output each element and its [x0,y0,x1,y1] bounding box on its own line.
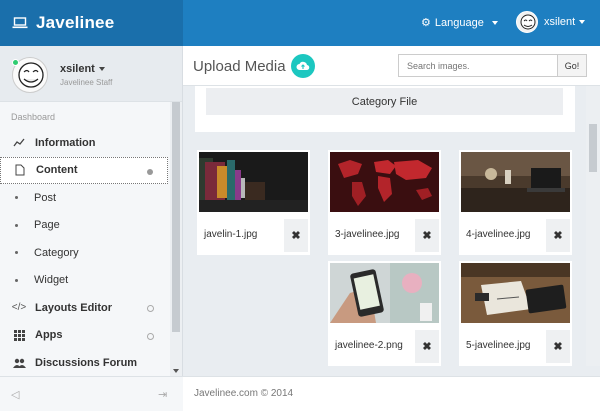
top-navbar: Javelinee ⚙ Language xsilent [0,0,600,46]
media-card[interactable]: javelin-1.jpg ✖ [197,150,310,255]
sidebar-item-label: Post [34,191,57,204]
code-icon: </> [11,302,27,314]
image-filename: 3-javelinee.jpg [335,229,400,240]
upload-cloud-icon[interactable] [291,54,315,78]
sidebar-nav: Information Content Post Page Category W… [0,129,168,377]
sidebar-item-label: Apps [35,329,63,342]
page-header: Upload Media Go! [183,46,600,86]
image-filename: javelinee-2.png [335,340,403,351]
category-panel: Category File [195,86,575,132]
caret-down-icon [491,20,498,25]
sidebar-subitem-widget[interactable]: Widget [0,267,168,295]
sidebar-item-discussions-forum[interactable]: Discussions Forum [0,349,168,377]
search-go-button[interactable]: Go! [557,54,587,77]
section-label: Dashboard [11,112,56,122]
delete-image-button[interactable]: ✖ [546,330,570,363]
gear-icon: ⚙ [421,17,431,29]
file-icon [13,164,27,176]
sidebar-subitem-page[interactable]: Page [0,212,168,240]
profile-role: Javelinee Staff [60,78,113,87]
chart-line-icon [12,138,26,148]
sidebar-subitem-post[interactable]: Post [0,184,168,212]
close-icon: ✖ [553,230,563,242]
image-thumbnail[interactable] [330,263,439,323]
media-card[interactable]: 5-javelinee.jpg ✖ [459,261,572,366]
grid-icon [12,329,26,341]
sidebar-item-label: Information [35,136,96,149]
sidebar-subitem-category[interactable]: Category [0,239,168,267]
language-label: Language [434,16,484,29]
scrollbar-thumb[interactable] [589,124,597,172]
delete-image-button[interactable]: ✖ [415,219,439,252]
online-status-icon [12,59,19,66]
footer-copyright: Javelinee.com © 2014 [194,388,294,399]
user-menu[interactable]: xsilent [516,11,586,33]
page-title: Upload Media [193,58,286,75]
brand-title: Javelinee [36,13,115,32]
profile-name: xsilent [60,63,95,75]
sidebar-item-label: Category [34,246,79,259]
language-dropdown[interactable]: ⚙ Language [421,16,498,29]
image-filename: 4-javelinee.jpg [466,229,531,240]
delete-image-button[interactable]: ✖ [284,219,308,252]
close-icon: ✖ [291,230,301,242]
search-input[interactable] [398,54,558,77]
sidebar-item-label: Discussions Forum [35,356,138,369]
delete-image-button[interactable]: ✖ [546,219,570,252]
scrollbar-thumb[interactable] [172,102,180,332]
laptop-icon [12,17,28,29]
image-thumbnail[interactable] [199,152,308,212]
sidebar-item-label: Layouts Editor [35,301,113,314]
image-filename: javelin-1.jpg [204,229,258,240]
image-thumbnail[interactable] [461,263,570,323]
sidebar-item-information[interactable]: Information [0,129,168,157]
bullet-icon [15,223,18,227]
sidebar-item-label: Page [34,219,60,232]
bullet-icon [15,196,18,200]
profile-panel: xsilent Javelinee Staff [0,46,182,102]
scroll-down-icon[interactable] [173,369,179,373]
status-dot-icon [147,168,153,175]
bullet-icon [15,251,18,255]
collapse-sidebar-icon[interactable]: ◁ [11,388,19,401]
logout-icon[interactable]: ⇥ [158,388,167,401]
sidebar-item-apps[interactable]: Apps [0,322,168,350]
image-filename: 5-javelinee.jpg [466,340,531,351]
caret-down-icon [579,20,586,24]
avatar [516,11,538,33]
media-content: Category File javelin-1.jpg ✖ 3-javeline… [183,86,586,366]
sidebar-footer: ◁ ⇥ [0,376,183,411]
sidebar-item-content[interactable]: Content [0,156,168,184]
page-footer: Javelinee.com © 2014 [183,376,600,411]
sidebar-scrollbar[interactable] [170,102,182,376]
media-card[interactable]: javelinee-2.png ✖ [328,261,441,366]
image-thumbnail[interactable] [461,152,570,212]
media-card[interactable]: 3-javelinee.jpg ✖ [328,150,441,255]
content-scrollbar[interactable] [586,86,600,366]
user-name: xsilent [544,16,576,28]
status-ring-icon [147,305,154,312]
media-card[interactable]: 4-javelinee.jpg ✖ [459,150,572,255]
close-icon: ✖ [422,230,432,242]
sidebar: xsilent Javelinee Staff Dashboard Inform… [0,46,183,411]
image-thumbnail[interactable] [330,152,439,212]
brand[interactable]: Javelinee [0,0,183,46]
category-file-button[interactable]: Category File [206,88,563,115]
bullet-icon [15,278,18,282]
profile-name-menu[interactable]: xsilent [60,63,105,75]
status-ring-icon [147,332,154,340]
sidebar-item-layouts-editor[interactable]: </> Layouts Editor [0,294,168,322]
close-icon: ✖ [422,341,432,353]
sidebar-item-label: Content [36,164,78,177]
delete-image-button[interactable]: ✖ [415,330,439,363]
sidebar-item-label: Widget [34,274,69,287]
users-icon [12,358,26,368]
caret-down-icon [98,67,105,71]
close-icon: ✖ [553,341,563,353]
